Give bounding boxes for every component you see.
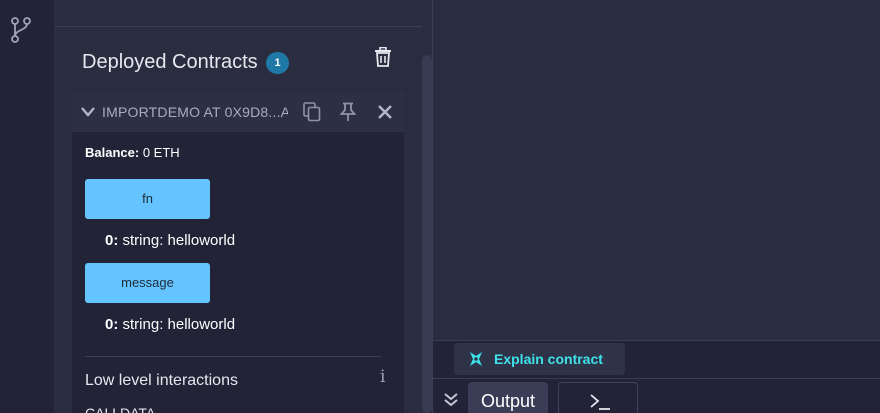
editor-area (433, 0, 880, 341)
result-value: string: helloworld (122, 232, 236, 249)
function-button-message[interactable]: message (85, 263, 210, 303)
calldata-label: CALLDATA (85, 405, 156, 413)
balance-row: Balance: 0 ETH (85, 145, 180, 160)
balance-label: Balance: (85, 145, 140, 160)
deployed-count-badge: 1 (266, 52, 289, 74)
output-tab[interactable]: Output (468, 382, 548, 413)
contract-instance-header[interactable]: IMPORTDEMO AT 0X9D8...A56’ (72, 92, 404, 132)
result-index: 0: (105, 316, 119, 333)
function-button-fn[interactable]: fn (85, 179, 210, 219)
result-value: string: helloworld (122, 316, 236, 333)
balance-value: 0 ETH (142, 145, 180, 160)
panel-scrollbar[interactable] (422, 55, 432, 413)
explain-contract-button[interactable]: Explain contract (454, 343, 625, 375)
function-result-fn: 0: string: helloworld (105, 232, 235, 249)
trash-icon[interactable] (374, 47, 392, 67)
terminal-tab[interactable] (558, 382, 638, 413)
copy-icon[interactable] (303, 102, 321, 122)
contract-address-label: IMPORTDEMO AT 0X9D8...A56’ (102, 104, 288, 120)
double-chevron-down-icon[interactable] (443, 392, 459, 408)
card-divider (85, 356, 381, 357)
low-level-interactions-title: Low level interactions (85, 372, 238, 389)
git-branch-icon[interactable] (9, 16, 33, 44)
terminal-prompt-icon (590, 394, 610, 410)
contract-instance-card: IMPORTDEMO AT 0X9D8...A56’ Balance: 0 ET… (72, 92, 404, 413)
ai-sparkle-icon (470, 352, 482, 366)
remix-ide: Deployed Contracts 1 IMPORTDEMO AT 0X9D8… (0, 0, 880, 413)
close-icon[interactable] (377, 104, 393, 120)
deployed-contracts-title: Deployed Contracts (82, 51, 258, 73)
explain-contract-label: Explain contract (494, 351, 603, 367)
function-result-message: 0: string: helloworld (105, 316, 235, 333)
panel-divider (55, 26, 422, 27)
pin-icon[interactable] (339, 102, 357, 122)
info-icon[interactable]: i (380, 367, 385, 387)
icon-rail (0, 0, 55, 413)
terminal-divider (433, 378, 880, 379)
chevron-down-icon[interactable] (80, 106, 96, 118)
result-index: 0: (105, 232, 119, 249)
